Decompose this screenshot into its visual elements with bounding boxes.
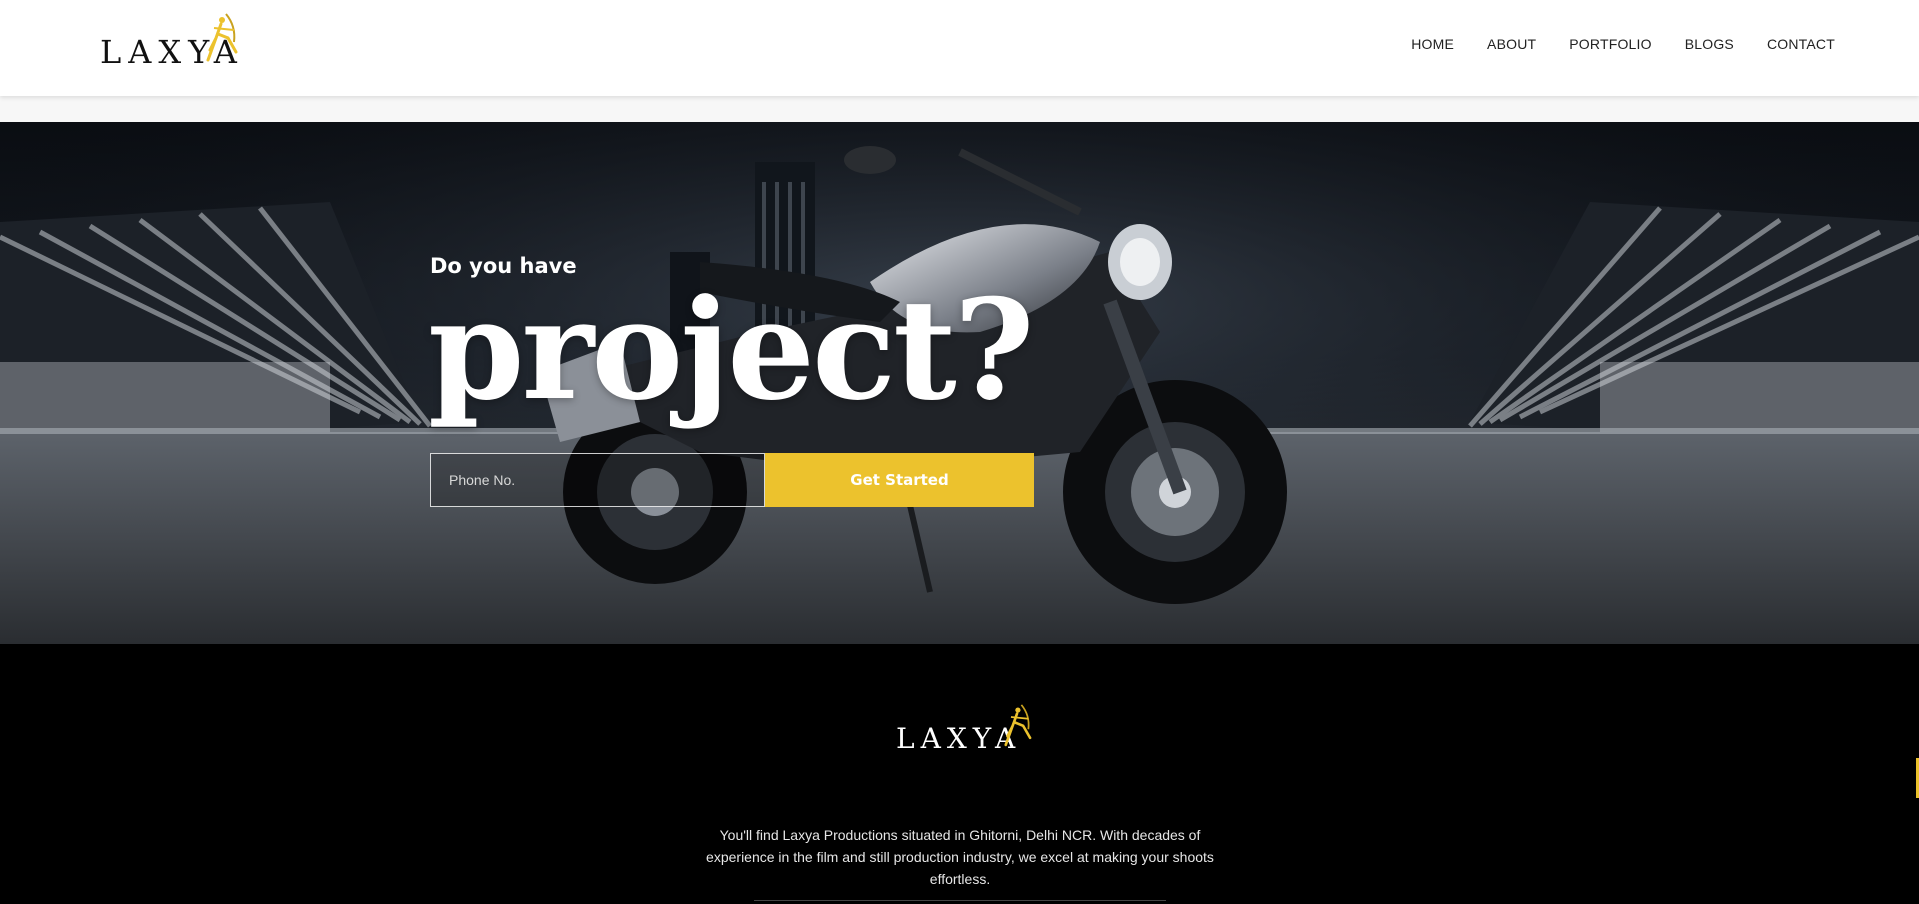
hero-section: Do you have project? Get Started <box>0 122 1919 644</box>
header-spacer <box>0 96 1919 122</box>
nav-contact-link[interactable]: CONTACT <box>1767 36 1835 52</box>
nav-about-link[interactable]: ABOUT <box>1487 36 1536 52</box>
brand-logo[interactable]: LAXYA <box>100 8 260 68</box>
nav-home-link[interactable]: HOME <box>1411 36 1454 52</box>
nav-portfolio-link[interactable]: PORTFOLIO <box>1569 36 1651 52</box>
footer-logo-text: LAXYA <box>896 722 1022 755</box>
hero-title: project? <box>428 268 1035 431</box>
site-footer: LAXYA You'll find Laxya Productions situ… <box>0 644 1919 904</box>
archer-figure-icon <box>1004 704 1032 747</box>
footer-logo[interactable]: LAXYA <box>896 699 1056 753</box>
get-started-button[interactable]: Get Started <box>765 453 1034 507</box>
main-nav: HOME ABOUT PORTFOLIO BLOGS CONTACT <box>1411 36 1835 52</box>
phone-input[interactable] <box>430 453 765 507</box>
footer-description: You'll find Laxya Productions situated i… <box>706 827 1214 887</box>
lead-form: Get Started <box>430 453 1034 507</box>
footer-divider <box>754 900 1166 901</box>
site-header: LAXYA HOME ABOUT PORTFOLIO BLOGS CONTACT <box>0 0 1919 96</box>
nav-blogs-link[interactable]: BLOGS <box>1685 36 1734 52</box>
archer-figure-icon <box>206 13 238 62</box>
